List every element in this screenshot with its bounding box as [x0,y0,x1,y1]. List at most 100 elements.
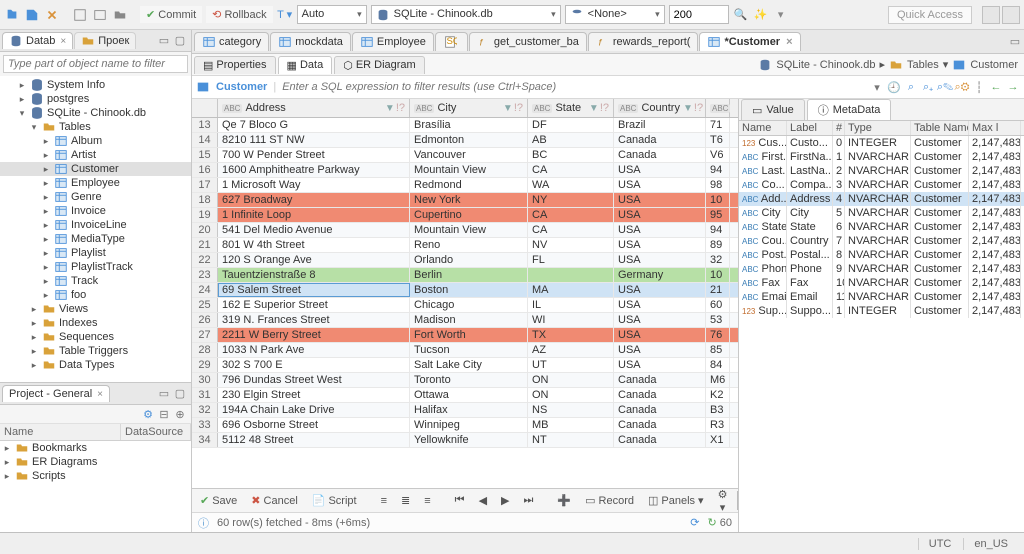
table-row[interactable]: 345112 48 StreetYellowknifeNTCanadaX1 [192,433,738,448]
table-row[interactable]: 20541 Del Medio AvenueMountain ViewCAUSA… [192,223,738,238]
perspective-db-icon[interactable] [1002,6,1020,24]
tree-item-customer[interactable]: ▸Customer [0,162,191,176]
meta-row[interactable]: ABC StateState6NVARCHARCustomer2,147,483 [739,220,1024,234]
tree-item-tables[interactable]: ▾Tables [0,120,191,134]
editor-tab-employee[interactable]: Employee [352,32,434,51]
align-center-icon[interactable]: ≣ [397,492,414,509]
wand-icon[interactable]: ✨ [753,7,769,23]
new-sql-icon[interactable] [24,7,40,23]
table-row[interactable]: 171 Microsoft WayRedmondWAUSA98 [192,178,738,193]
cancel-button[interactable]: ✖Cancel [247,492,301,509]
editor-tab-rewards-report-[interactable]: frewards_report( [588,32,699,51]
refresh-icon[interactable]: ⟳ [690,516,699,529]
meta-row[interactable]: ABC Last...LastNa...2NVARCHARCustomer2,1… [739,164,1024,178]
table-row[interactable]: 13Qe 7 Bloco GBrasíliaDFBrazil71 [192,118,738,133]
meta-row[interactable]: ABC Add...Address4NVARCHARCustomer2,147,… [739,192,1024,206]
panels-button[interactable]: ◫ Panels ▾ [644,492,708,509]
meta-row[interactable]: 123 Cus...Custo...0INTEGERCustomer2,147,… [739,136,1024,150]
schema-select[interactable]: <None>▾ [565,5,665,24]
table-row[interactable]: 191 Infinite LoopCupertinoCAUSA95 [192,208,738,223]
next-page-icon[interactable]: ▶ [497,492,513,509]
sql-console-icon[interactable] [92,7,108,23]
meta-tab-value[interactable]: ▭Value [741,99,805,120]
sub-tab-er-diagram[interactable]: ⬡ER Diagram [334,56,425,74]
minimize-icon[interactable]: ▭ [1008,35,1022,49]
table-row[interactable]: 281033 N Park AveTucsonAZUSA85 [192,343,738,358]
editor-tab-category[interactable]: category [194,32,269,51]
tree-item-sequences[interactable]: ▸Sequences [0,330,191,344]
reload-icon[interactable]: ↻ [707,517,716,529]
table-row[interactable]: 272211 W Berry StreetFort WorthTXUSA76 [192,328,738,343]
zoom-icon[interactable]: 🔍 [733,7,749,23]
tree-item-sqlite-chinook-db[interactable]: ▾SQLite - Chinook.db [0,106,191,120]
sub-tab-properties[interactable]: ▤Properties [194,56,276,74]
minimize-icon[interactable]: ▭ [157,34,171,48]
table-row[interactable]: 26319 N. Frances StreetMadisonWIUSA53 [192,313,738,328]
table-row[interactable]: 161600 Amphitheatre ParkwayMountain View… [192,163,738,178]
perspective-open-icon[interactable] [982,6,1000,24]
tree-item-data-types[interactable]: ▸Data Types [0,358,191,372]
tree-item-system-info[interactable]: ▸System Info [0,78,191,92]
tree-item-playlisttrack[interactable]: ▸PlaylistTrack [0,260,191,274]
tree-item-table-triggers[interactable]: ▸Table Triggers [0,344,191,358]
project-item-bookmarks[interactable]: ▸Bookmarks [0,441,191,455]
first-page-icon[interactable]: ⏮ [451,492,469,509]
table-row[interactable]: 148210 111 ST NWEdmontonABCanadaT6 [192,133,738,148]
sql-editor-icon[interactable] [72,7,88,23]
rownum-header[interactable] [192,99,218,117]
table-row[interactable]: 22120 S Orange AveOrlandoFLUSA32 [192,253,738,268]
tree-item-mediatype[interactable]: ▸MediaType [0,232,191,246]
tab-projects[interactable]: Проек [74,32,136,49]
tree-item-album[interactable]: ▸Album [0,134,191,148]
record-button[interactable]: ▭ Record [581,492,638,509]
tree-item-invoiceline[interactable]: ▸InvoiceLine [0,218,191,232]
last-page-icon[interactable]: ⏭ [520,492,538,509]
table-row[interactable]: 29302 S 700 ESalt Lake CityUTUSA84 [192,358,738,373]
breadcrumb[interactable]: SQLite - Chinook.db ▸ Tables ▾ Customer [758,58,1024,71]
table-row[interactable]: 15700 W Pender StreetVancouverBCCanadaV6 [192,148,738,163]
tree-item-artist[interactable]: ▸Artist [0,148,191,162]
tree-item-track[interactable]: ▸Track [0,274,191,288]
col-address[interactable]: ABCAddress▼!? [218,99,410,117]
table-row[interactable]: 23Tauentzienstraße 8BerlinGermany10 [192,268,738,283]
meta-row[interactable]: ABC Post...Postal...8NVARCHARCustomer2,1… [739,248,1024,262]
txn-dropdown-icon[interactable]: T ▾ [277,7,293,23]
table-row[interactable]: 2469 Salem StreetBostonMAUSA21 [192,283,738,298]
database-tree[interactable]: ▸System Info▸postgres▾SQLite - Chinook.d… [0,76,191,382]
funnel-icon[interactable]: ⌕ [904,80,918,94]
script-button[interactable]: 📄Script [308,492,361,509]
editor-tab--customer[interactable]: *Customer× [699,32,800,51]
apply-filter-icon[interactable]: ▾ [870,80,884,94]
gear-icon[interactable]: ⚙ [141,407,155,421]
maximize-icon[interactable]: ▢ [173,387,187,401]
sub-tab-data[interactable]: ▦Data [278,56,333,74]
meta-row[interactable]: ABC CityCity5NVARCHARCustomer2,147,483 [739,206,1024,220]
col-state[interactable]: ABCState▼!? [528,99,614,117]
meta-row[interactable]: ABC FaxFax10NVARCHARCustomer2,147,483 [739,276,1024,290]
sql-filter-input[interactable] [282,81,864,93]
open-file-icon[interactable] [112,7,128,23]
meta-row[interactable]: ABC First...FirstNa...1NVARCHARCustomer2… [739,150,1024,164]
history-icon[interactable]: 🕘 [887,80,901,94]
tab-project-general[interactable]: Project - General× [2,385,110,402]
table-row[interactable]: 31230 Elgin StreetOttawaONCanadaK2 [192,388,738,403]
meta-row[interactable]: ABC Co...Compa...3NVARCHARCustomer2,147,… [739,178,1024,192]
col-country[interactable]: ABCCountry▼!? [614,99,706,117]
dropdown-icon[interactable]: ▾ [773,7,789,23]
commit-button[interactable]: ✔ Commit [140,6,202,23]
row-limit-input[interactable] [669,5,729,24]
tab-database-navigator[interactable]: Datab× [2,32,73,49]
tree-item-indexes[interactable]: ▸Indexes [0,316,191,330]
meta-row[interactable]: ABC PhonePhone9NVARCHARCustomer2,147,483 [739,262,1024,276]
project-item-scripts[interactable]: ▸Scripts [0,469,191,483]
meta-row[interactable]: 123 Sup...Suppo...1INTEGERCustomer2,147,… [739,304,1024,318]
funnel-edit-icon[interactable]: ⌕✎ [938,80,952,94]
link-icon[interactable]: ⊕ [173,407,187,421]
metadata-body[interactable]: 123 Cus...Custo...0INTEGERCustomer2,147,… [739,136,1024,532]
minimize-icon[interactable]: ▭ [157,387,171,401]
right-arrow-icon[interactable]: → [1006,80,1020,94]
save-button[interactable]: ✔Save [196,492,241,509]
tree-item-postgres[interactable]: ▸postgres [0,92,191,106]
txn-mode-select[interactable]: Auto▾ [297,5,367,24]
collapse-icon[interactable]: ⊟ [157,407,171,421]
